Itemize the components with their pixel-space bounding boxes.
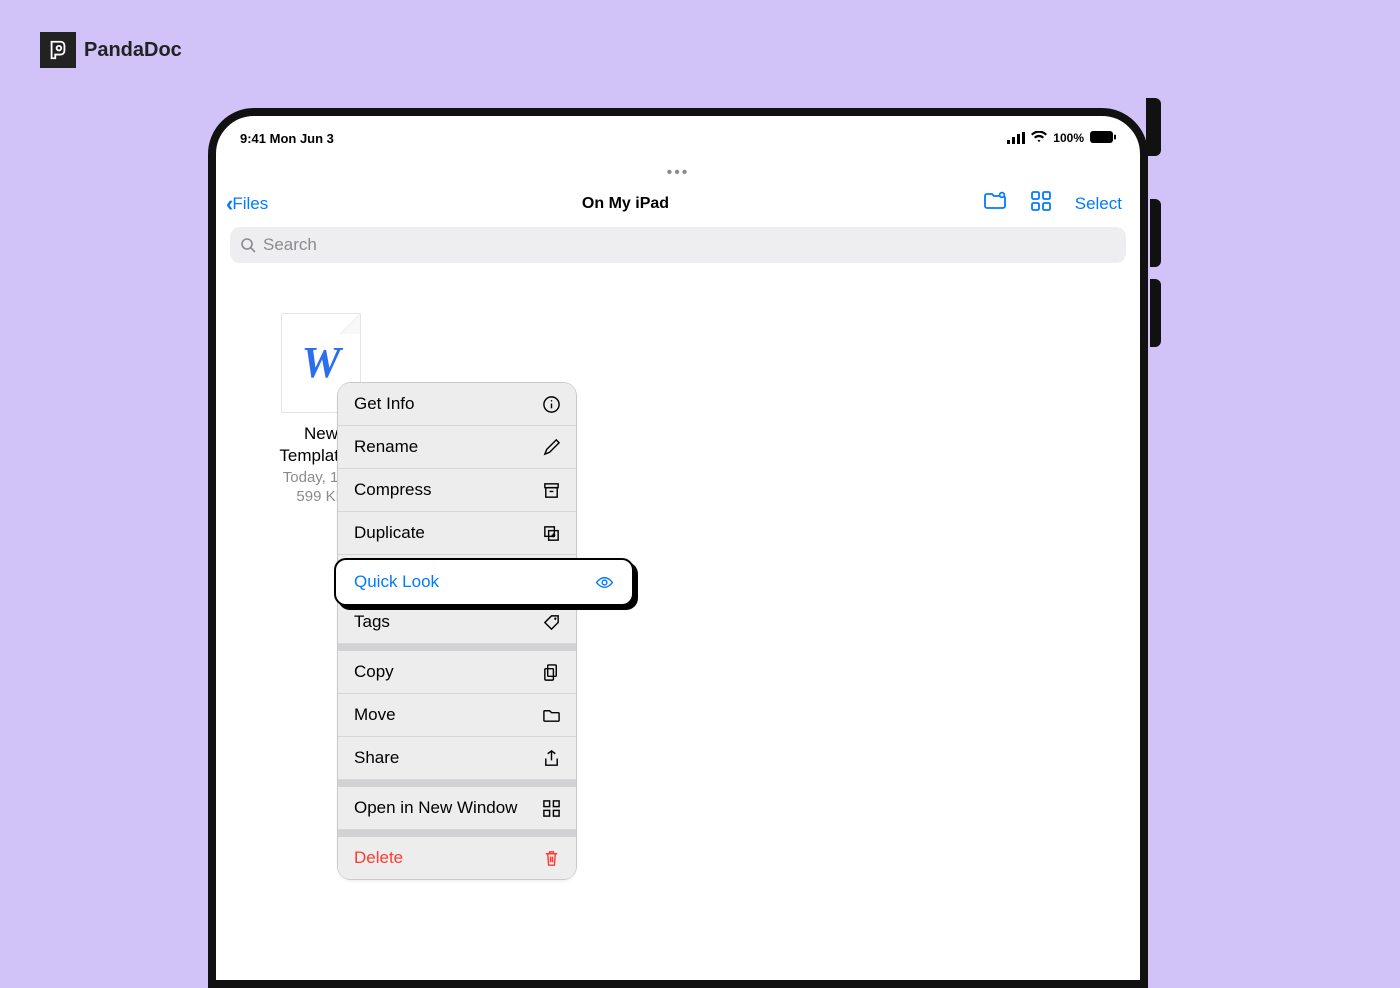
multitask-indicator[interactable]: ••• [216, 164, 1140, 182]
back-label: Files [232, 194, 268, 214]
archive-icon [541, 480, 561, 500]
device-lock-button [1146, 98, 1161, 156]
search-icon [240, 237, 256, 253]
menu-copy[interactable]: Copy [338, 651, 576, 694]
signal-icon [1007, 132, 1025, 144]
context-menu: Get Info Rename Compress Duplicate Tags … [337, 382, 577, 880]
duplicate-icon [541, 523, 561, 543]
quick-look-label: Quick Look [354, 572, 439, 592]
view-options-button[interactable] [1029, 190, 1053, 217]
menu-open-new-window[interactable]: Open in New Window [338, 787, 576, 830]
menu-quick-look[interactable]: Quick Look [334, 558, 634, 606]
back-button[interactable]: ‹ Files [226, 193, 268, 215]
copy-icon [541, 662, 561, 682]
eye-icon [594, 572, 614, 592]
device-volume-up-button [1150, 199, 1161, 267]
menu-share[interactable]: Share [338, 737, 576, 780]
select-button[interactable]: Select [1075, 194, 1122, 214]
search-input[interactable]: Search [230, 227, 1126, 263]
pandadoc-brand-text: PandaDoc [84, 39, 182, 62]
menu-duplicate[interactable]: Duplicate [338, 512, 576, 555]
pandadoc-watermark: PandaDoc [40, 32, 182, 68]
menu-compress[interactable]: Compress [338, 469, 576, 512]
tag-icon [541, 612, 561, 632]
search-placeholder: Search [263, 235, 317, 255]
battery-icon [1090, 131, 1116, 146]
menu-rename[interactable]: Rename [338, 426, 576, 469]
status-time-date: 9:41 Mon Jun 3 [240, 131, 334, 146]
file-type-glyph: W [301, 341, 340, 385]
status-bar: 9:41 Mon Jun 3 100% [216, 116, 1140, 150]
grid-icon [541, 798, 561, 818]
folder-icon [541, 705, 561, 725]
menu-get-info[interactable]: Get Info [338, 383, 576, 426]
battery-percent: 100% [1053, 131, 1084, 145]
wifi-icon [1031, 131, 1047, 146]
menu-tags[interactable]: Tags [338, 601, 576, 644]
new-folder-button[interactable] [983, 190, 1007, 217]
trash-icon [541, 848, 561, 868]
pencil-icon [541, 437, 561, 457]
device-volume-down-button [1150, 279, 1161, 347]
share-icon [541, 748, 561, 768]
menu-move[interactable]: Move [338, 694, 576, 737]
files-nav-bar: ‹ Files On My iPad Select [216, 182, 1140, 223]
info-icon [541, 394, 561, 414]
pandadoc-logo-icon [40, 32, 76, 68]
page-title: On My iPad [582, 195, 669, 213]
menu-delete[interactable]: Delete [338, 837, 576, 879]
